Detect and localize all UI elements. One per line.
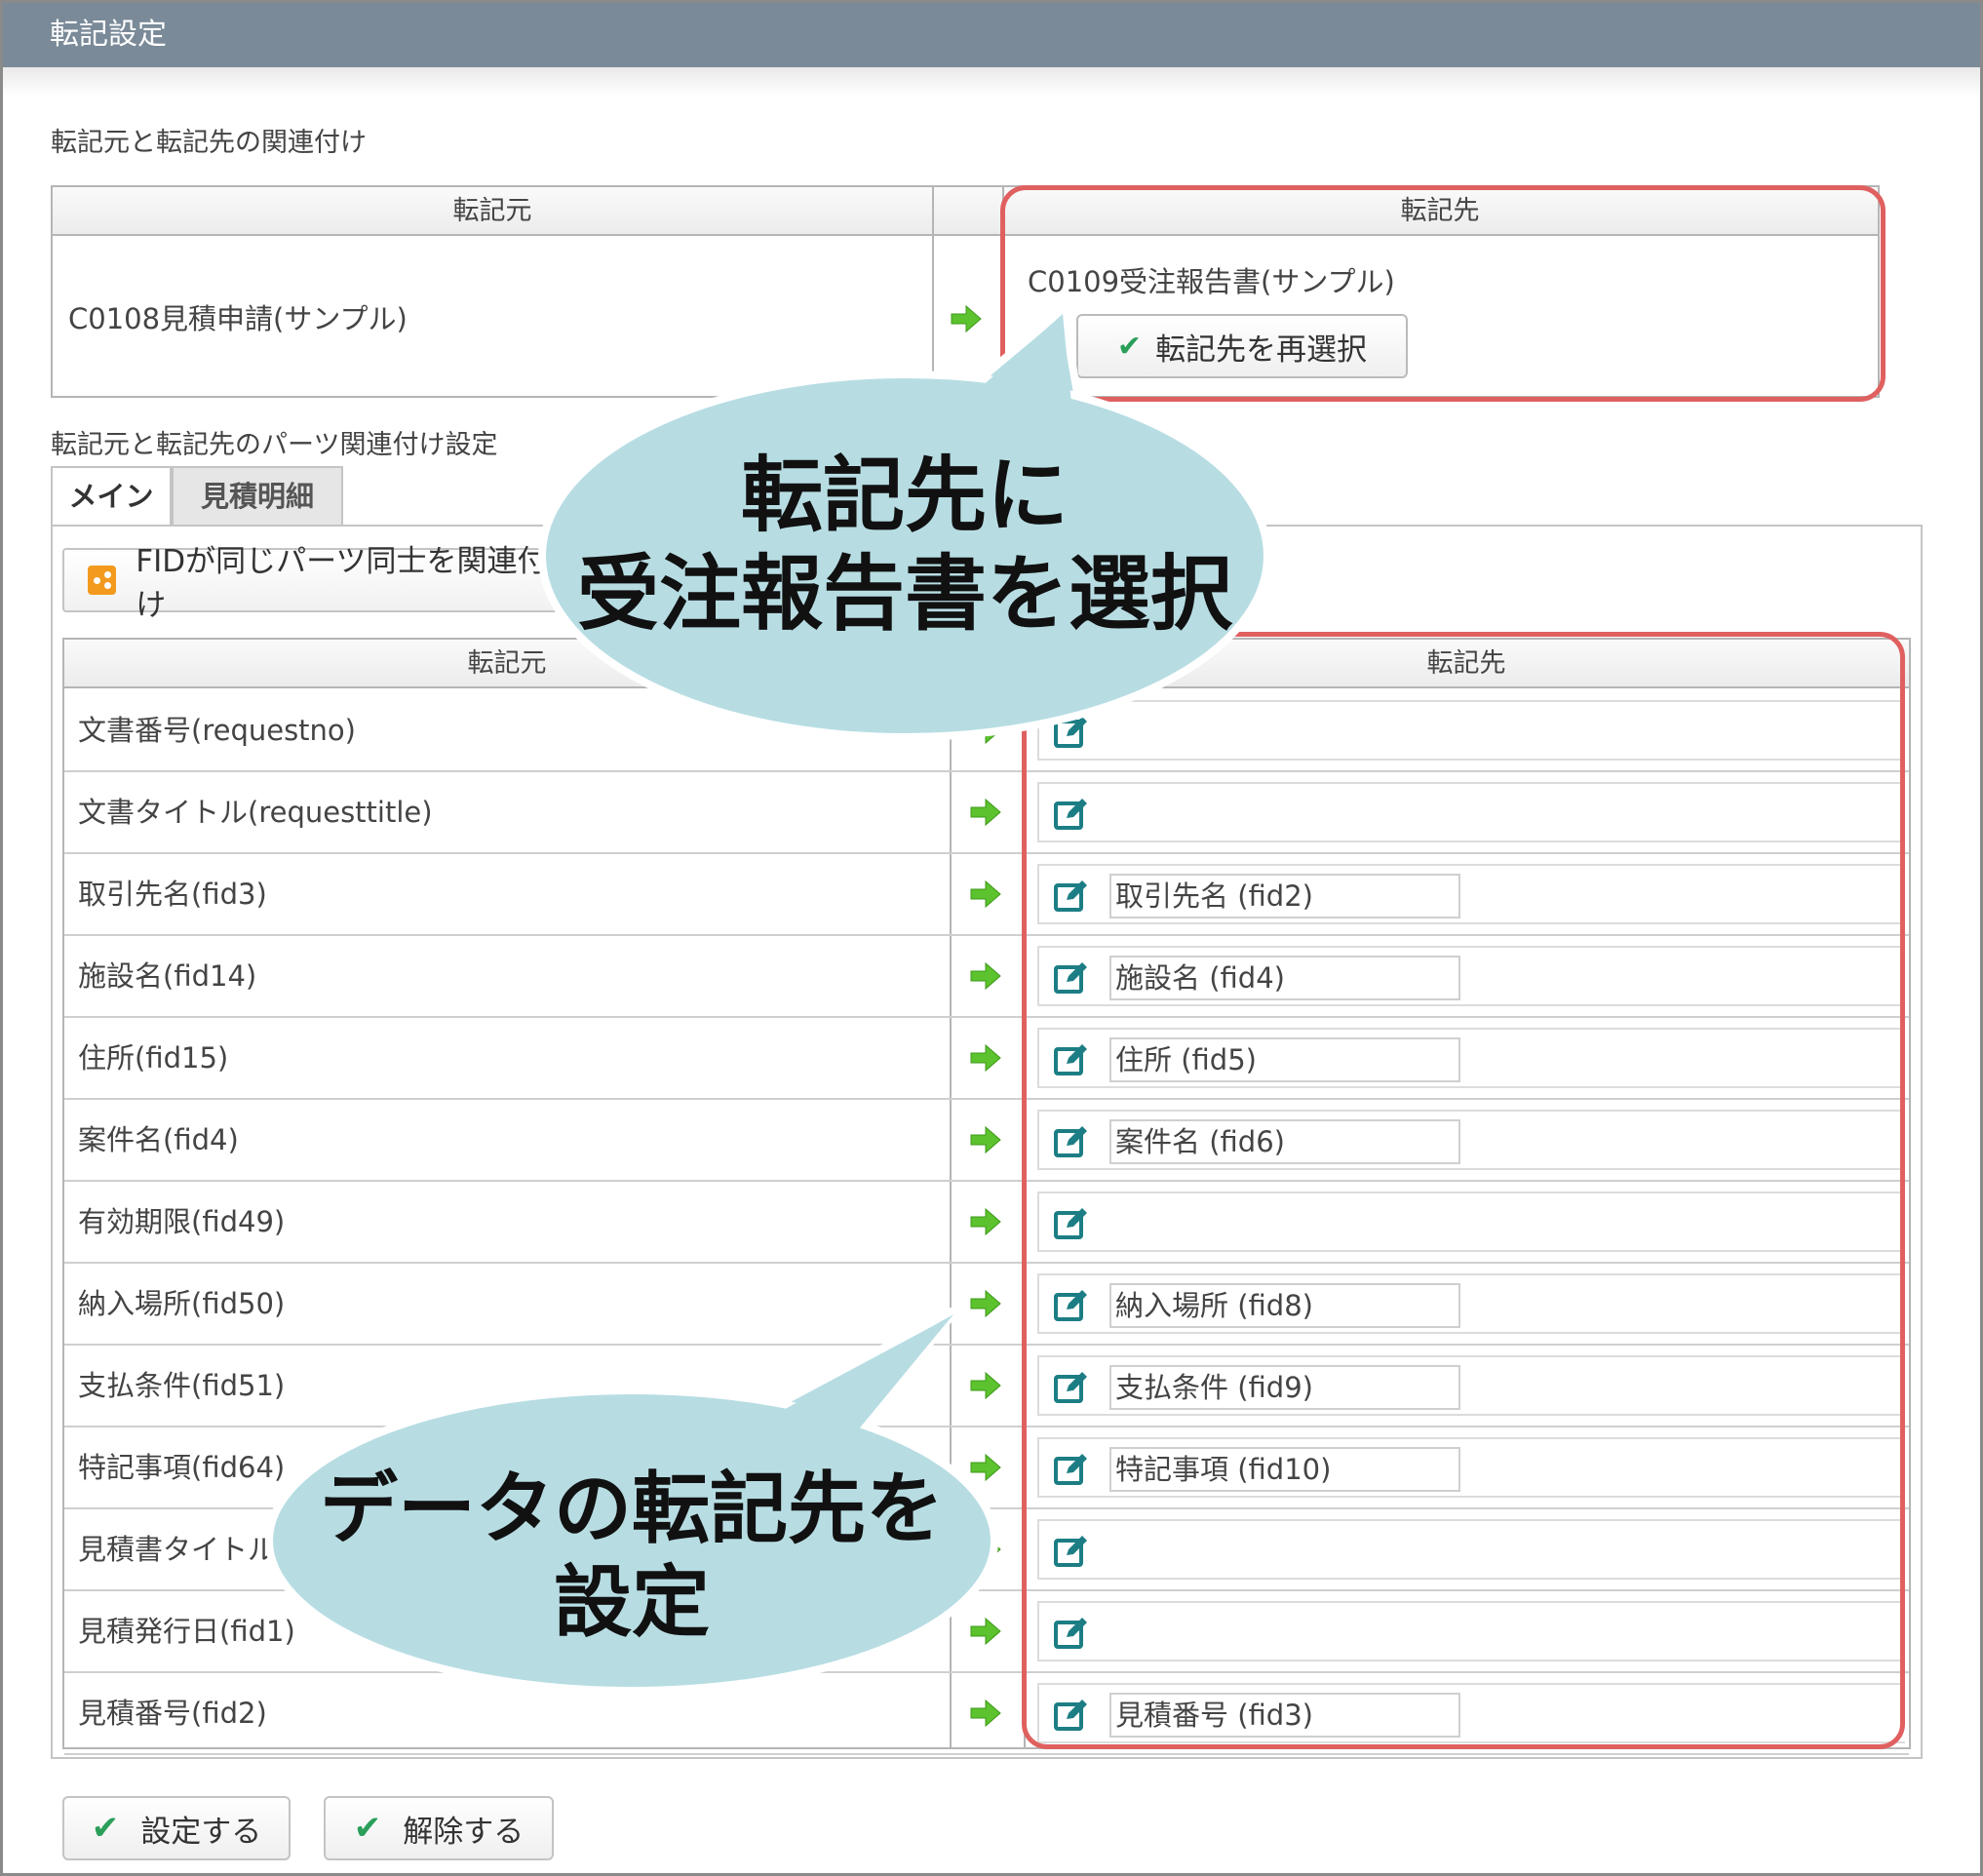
callout-bottom-line2: 設定 bbox=[554, 1557, 710, 1648]
callout-top-line1: 転記先に bbox=[740, 448, 1069, 543]
callout-top-line2: 受注報告書を選択 bbox=[576, 545, 1232, 642]
callout-bottom-text: データの転記先を 設定 bbox=[269, 1463, 994, 1650]
callout-bottom-line1: データの転記先を bbox=[320, 1464, 944, 1554]
callout-top-text: 転記先に 受注報告書を選択 bbox=[542, 447, 1267, 644]
